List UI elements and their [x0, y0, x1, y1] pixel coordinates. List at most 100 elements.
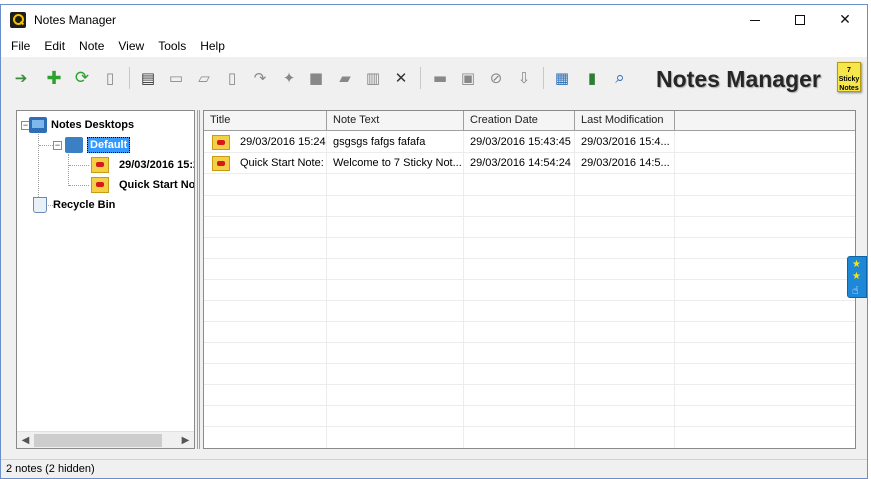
grid-row-line: [204, 321, 855, 322]
attach-icon[interactable]: ▰: [335, 68, 355, 88]
tree-node-recycle-bin[interactable]: Recycle Bin: [31, 196, 115, 214]
toolbar-separator: [543, 67, 544, 89]
close-icon: ✕: [839, 12, 851, 28]
note-icon: [212, 135, 230, 150]
menu-tools[interactable]: Tools: [151, 39, 193, 53]
cell-last-modification: 29/03/2016 15:4...: [581, 136, 670, 148]
tree-node-default[interactable]: Default: [65, 136, 131, 154]
cell-title: 29/03/2016 15:24: [240, 136, 326, 148]
window-title: Notes Manager: [34, 13, 117, 27]
print-icon[interactable]: ▭: [166, 68, 186, 88]
title-bar[interactable]: Notes Manager ✕: [1, 5, 867, 35]
trash-icon[interactable]: ▥: [363, 68, 383, 88]
duplicate-icon[interactable]: ▯: [222, 68, 242, 88]
pin-icon[interactable]: ⇩: [514, 68, 534, 88]
close-button[interactable]: ✕: [822, 5, 867, 35]
minimize-icon: [750, 19, 760, 21]
new-note-icon[interactable]: ➔: [11, 68, 31, 88]
search-icon[interactable]: ⌕: [610, 68, 630, 88]
tools-icon[interactable]: ✦: [279, 68, 299, 88]
menu-file[interactable]: File: [4, 39, 37, 53]
scroll-thumb[interactable]: [34, 434, 162, 447]
grid-row-line: [204, 300, 855, 301]
menu-bar: File Edit Note View Tools Help: [1, 35, 867, 57]
scroll-left-icon[interactable]: ◀: [17, 432, 34, 448]
tree-label: Default: [87, 137, 131, 153]
note-icon: [91, 177, 109, 193]
tree-connector: [69, 165, 89, 166]
grid-column-line: [463, 131, 464, 448]
hand-pointer-icon: ☝: [852, 284, 859, 297]
status-bar: 2 notes (2 hidden): [1, 459, 867, 478]
grid-row-line: [204, 426, 855, 427]
tree-horizontal-scrollbar[interactable]: ◀ ▶: [17, 431, 194, 448]
paste-icon[interactable]: ▯: [100, 68, 120, 88]
app-logo-icon: [10, 12, 26, 28]
tree-connector: [68, 154, 69, 186]
copy-icon[interactable]: ▱: [194, 68, 214, 88]
tree-node-note[interactable]: 29/03/2016 15:24: [91, 156, 194, 174]
notes-grid: Title Note Text Creation Date Last Modif…: [203, 110, 856, 449]
stats-icon[interactable]: ▮: [582, 68, 602, 88]
save-icon[interactable]: ▤: [138, 68, 158, 88]
tree-label: 29/03/2016 15:24: [119, 159, 194, 171]
toolbar-separator: [129, 67, 130, 89]
cell-last-modification: 29/03/2016 14:5...: [581, 157, 670, 169]
grid-row-line: [204, 405, 855, 406]
note-icon: [212, 156, 230, 171]
menu-note[interactable]: Note: [72, 39, 111, 53]
tree-node-notes-desktops[interactable]: Notes Desktops: [29, 116, 134, 134]
scroll-right-icon[interactable]: ▶: [177, 432, 194, 448]
cell-note-text: gsgsgs fafgs fafafa: [333, 136, 426, 148]
cell-title: Quick Start Note:: [240, 157, 324, 169]
grid-row-line: [204, 258, 855, 259]
minimize-button[interactable]: [732, 5, 778, 35]
toolbar: ➔ ✚ ⟳ ▯ ▤ ▭ ▱ ▯ ↷ ✦ ■ ▰ ▥ ✕ ▬ ▣ ⊘ ⇩ ▦ ▮ …: [1, 58, 867, 98]
hide-icon[interactable]: ▬: [430, 68, 450, 88]
table-row[interactable]: 29/03/2016 15:24 gsgsgs fafgs fafafa 29/…: [204, 132, 855, 153]
tree-label: Recycle Bin: [53, 199, 116, 211]
grid-row-line: [204, 342, 855, 343]
side-widget[interactable]: ★ ★ ☝: [847, 256, 867, 298]
table-row[interactable]: Quick Start Note: Welcome to 7 Sticky No…: [204, 153, 855, 174]
alarm-icon[interactable]: ⊘: [486, 68, 506, 88]
menu-help[interactable]: Help: [193, 39, 232, 53]
recycle-bin-icon: [33, 197, 47, 213]
view-icon[interactable]: ▦: [552, 68, 572, 88]
cell-creation-date: 29/03/2016 15:43:45: [470, 136, 571, 148]
refresh-icon[interactable]: ⟳: [72, 68, 92, 88]
grid-column-line: [326, 131, 327, 448]
menu-view[interactable]: View: [111, 39, 151, 53]
column-header-title[interactable]: Title: [204, 111, 327, 131]
collapse-default-toggle[interactable]: −: [53, 141, 62, 150]
desktop-icon: [65, 137, 83, 153]
grid-column-line: [574, 131, 575, 448]
tree-connector: [69, 185, 89, 186]
lock-icon[interactable]: ▣: [458, 68, 478, 88]
grid-row-line: [204, 216, 855, 217]
column-header-creation-date[interactable]: Creation Date: [464, 111, 575, 131]
tree-label: Notes Desktops: [51, 119, 135, 131]
menu-edit[interactable]: Edit: [37, 39, 72, 53]
grid-row-line: [204, 363, 855, 364]
cell-creation-date: 29/03/2016 14:54:24: [470, 157, 571, 169]
delete-icon[interactable]: ✕: [391, 68, 411, 88]
panel-splitter[interactable]: [197, 110, 200, 449]
maximize-button[interactable]: [777, 5, 823, 35]
grid-column-line: [674, 131, 675, 448]
toolbar-separator: [420, 67, 421, 89]
tree-label: Quick Start Note:: [119, 179, 195, 191]
star-icon: ★: [852, 259, 861, 270]
tree-node-note[interactable]: Quick Start Note:: [91, 176, 195, 194]
stop-icon[interactable]: ■: [306, 68, 326, 88]
app-window: Notes Manager ✕ File Edit Note View Tool…: [0, 4, 868, 479]
note-icon: [91, 157, 109, 173]
grid-row-line: [204, 384, 855, 385]
add-icon[interactable]: ✚: [44, 68, 64, 89]
send-icon[interactable]: ↷: [250, 68, 270, 88]
star-icon: ★: [852, 271, 861, 282]
column-header-last-modification[interactable]: Last Modification: [575, 111, 675, 131]
grid-header: Title Note Text Creation Date Last Modif…: [204, 111, 855, 131]
column-header-note-text[interactable]: Note Text: [327, 111, 464, 131]
cell-note-text: Welcome to 7 Sticky Not...: [333, 157, 462, 169]
